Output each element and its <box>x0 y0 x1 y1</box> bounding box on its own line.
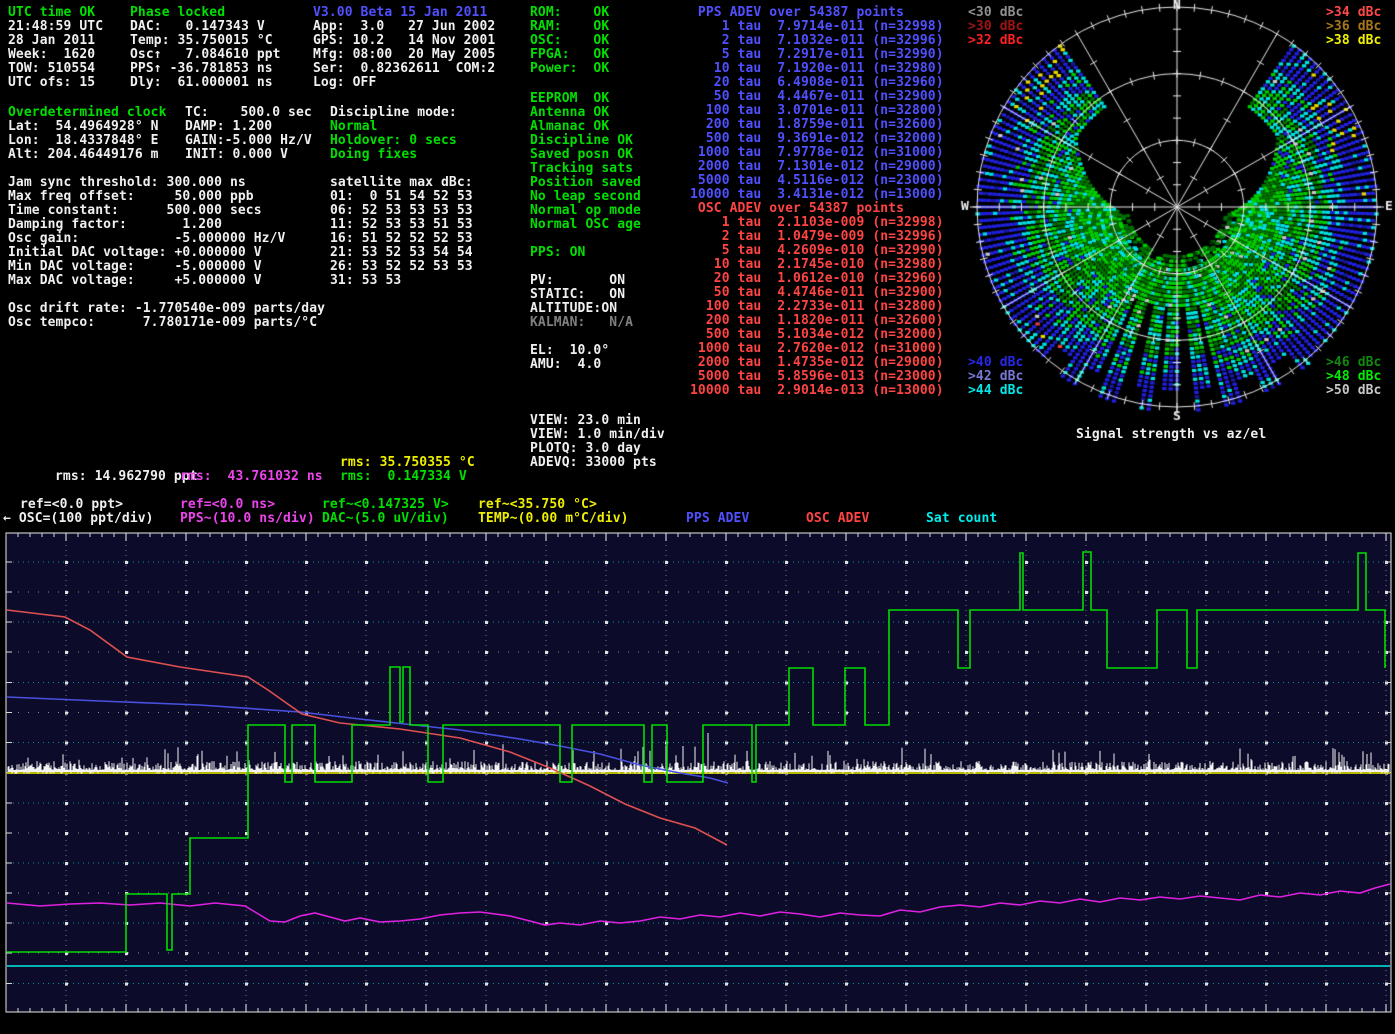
lady-heather-screen: Signal strength vs az/el UTC time OK21:4… <box>0 0 1395 1034</box>
satellite-signal-polar-chart <box>959 0 1395 424</box>
